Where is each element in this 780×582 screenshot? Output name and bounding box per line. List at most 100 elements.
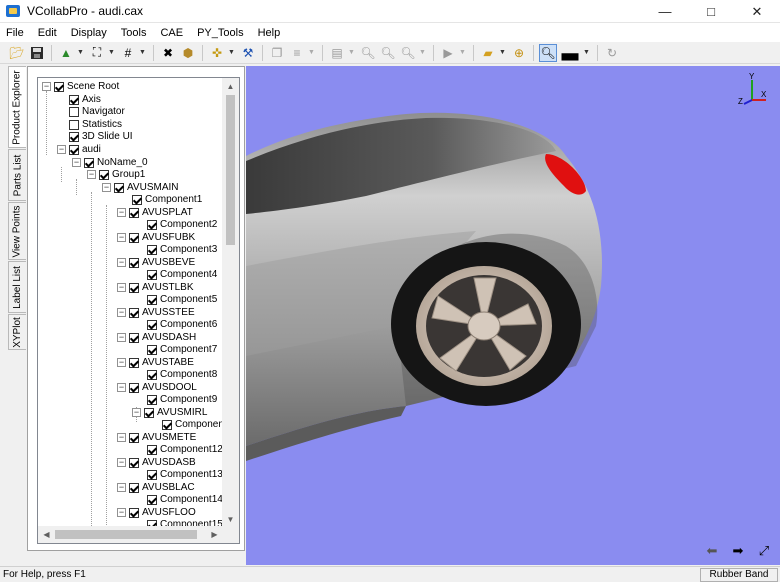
tree-node-component5[interactable]: Component5 <box>147 293 217 306</box>
tree-node-component4[interactable]: Component4 <box>147 268 217 281</box>
collapse-icon[interactable]: − <box>132 408 141 417</box>
checkbox[interactable] <box>147 494 157 505</box>
cube-icon[interactable]: ⬢ <box>179 44 197 62</box>
menu-file[interactable]: File <box>0 27 31 39</box>
checkbox[interactable] <box>129 482 139 493</box>
maximize-icon[interactable]: □ <box>688 0 734 23</box>
collapse-icon[interactable]: − <box>72 158 81 167</box>
menu-py-tools[interactable]: PY_Tools <box>190 27 250 39</box>
collapse-icon[interactable]: − <box>57 145 66 154</box>
export-icon[interactable]: ▲ <box>57 44 75 62</box>
tree-node-component1[interactable]: Component1 <box>132 193 202 206</box>
save-icon[interactable] <box>28 44 46 62</box>
collapse-icon[interactable]: − <box>117 233 126 242</box>
collapse-icon[interactable]: − <box>117 508 126 517</box>
move-dropdown-icon[interactable]: ▼ <box>228 49 235 56</box>
checkbox[interactable] <box>147 219 157 230</box>
fit-view-dropdown-icon[interactable]: ▼ <box>108 49 115 56</box>
tree-horizontal-scrollbar[interactable]: ◀ ▶ <box>38 526 223 543</box>
move-icon[interactable]: ✜ <box>208 44 226 62</box>
collapse-icon[interactable]: − <box>117 283 126 292</box>
collapse-icon[interactable]: − <box>102 183 111 192</box>
grid-icon[interactable]: # <box>119 44 137 62</box>
tree-node-audi[interactable]: − audi <box>57 143 101 156</box>
checkbox[interactable] <box>129 207 139 218</box>
menu-tools[interactable]: Tools <box>114 27 154 39</box>
scroll-up-icon[interactable]: ▲ <box>222 78 239 95</box>
tree-node-componen[interactable]: Componen <box>162 418 223 431</box>
checkbox[interactable] <box>129 307 139 318</box>
collapse-icon[interactable]: − <box>117 333 126 342</box>
checkbox[interactable] <box>147 319 157 330</box>
checkbox[interactable] <box>129 332 139 343</box>
tree-node-component3[interactable]: Component3 <box>147 243 217 256</box>
checkbox[interactable] <box>147 469 157 480</box>
checkbox[interactable] <box>114 182 124 193</box>
collapse-icon[interactable]: − <box>117 308 126 317</box>
collapse-icon[interactable]: − <box>117 258 126 267</box>
probe-icon[interactable]: ⚒ <box>239 44 257 62</box>
collapse-icon[interactable]: − <box>117 383 126 392</box>
checkbox[interactable] <box>99 169 109 180</box>
collapse-icon[interactable]: − <box>117 458 126 467</box>
tree-node-component13[interactable]: Component13 <box>147 468 223 481</box>
minimize-icon[interactable]: — <box>642 0 688 23</box>
rubber-band-zoom-icon[interactable]: 🔍︎ <box>539 43 557 62</box>
tree-node-component9[interactable]: Component9 <box>147 393 217 406</box>
checkbox[interactable] <box>69 131 79 142</box>
checkbox[interactable] <box>69 144 79 155</box>
tree-node-component2[interactable]: Component2 <box>147 218 217 231</box>
checkbox[interactable] <box>129 232 139 243</box>
checkbox[interactable] <box>147 344 157 355</box>
checkbox[interactable] <box>147 369 157 380</box>
collapse-icon[interactable]: − <box>117 358 126 367</box>
checkbox[interactable] <box>147 244 157 255</box>
checkbox[interactable] <box>69 106 79 117</box>
line-style-dropdown-icon[interactable]: ▼ <box>583 49 590 56</box>
tree-node-navigator[interactable]: Navigator <box>69 105 125 118</box>
label-dropdown-icon[interactable]: ▼ <box>499 49 506 56</box>
menu-display[interactable]: Display <box>64 27 114 39</box>
checkbox[interactable] <box>84 157 94 168</box>
open-folder-icon[interactable]: 📂︎ <box>8 44 26 62</box>
checkbox[interactable] <box>147 269 157 280</box>
collapse-icon[interactable]: − <box>42 82 51 91</box>
checkbox[interactable] <box>147 294 157 305</box>
fullscreen-icon[interactable]: ⤢ <box>756 543 772 559</box>
checkbox[interactable] <box>129 357 139 368</box>
tree-node-component12[interactable]: Component12 <box>147 443 223 456</box>
close-icon[interactable]: ✕ <box>734 0 780 23</box>
fit-view-icon[interactable]: ⛶ <box>88 44 106 62</box>
line-style-icon[interactable]: ▄▄ <box>559 44 581 62</box>
tree-node-3d-slide-ui[interactable]: 3D Slide UI <box>69 130 133 143</box>
tab-parts-list[interactable]: Parts List <box>8 149 26 201</box>
tree-node-component14[interactable]: Component14 <box>147 493 223 506</box>
tab-label-list[interactable]: Label List <box>8 261 26 313</box>
menu-cae[interactable]: CAE <box>153 27 190 39</box>
3d-viewport[interactable]: Y X Z ⬅ ➡ ⤢ <box>246 66 780 565</box>
grid-dropdown-icon[interactable]: ▼ <box>139 49 146 56</box>
tab-view-points[interactable]: View Points <box>8 202 26 260</box>
tree-node-component6[interactable]: Component6 <box>147 318 217 331</box>
scroll-right-icon[interactable]: ▶ <box>206 526 223 543</box>
checkbox[interactable] <box>129 282 139 293</box>
crosshair-icon[interactable]: ⊕ <box>510 44 528 62</box>
checkbox[interactable] <box>147 444 157 455</box>
tab-product-explorer[interactable]: Product Explorer <box>8 66 26 148</box>
tree-node-component8[interactable]: Component8 <box>147 368 217 381</box>
checkbox[interactable] <box>69 94 79 105</box>
label-icon[interactable]: ▰ <box>479 44 497 62</box>
tree-node-component7[interactable]: Component7 <box>147 343 217 356</box>
collapse-icon[interactable]: − <box>117 208 126 217</box>
menu-edit[interactable]: Edit <box>31 27 64 39</box>
tree-node-group1[interactable]: − Group1 <box>87 168 145 181</box>
tab-xyplot[interactable]: XYPlot <box>8 314 26 350</box>
checkbox[interactable] <box>129 457 139 468</box>
collapse-icon[interactable]: − <box>117 433 126 442</box>
checkbox[interactable] <box>129 382 139 393</box>
scroll-left-icon[interactable]: ◀ <box>38 526 55 543</box>
scrollbar-thumb[interactable] <box>55 530 197 539</box>
checkbox[interactable] <box>132 194 142 205</box>
checkbox[interactable] <box>129 257 139 268</box>
checkbox[interactable] <box>129 432 139 443</box>
